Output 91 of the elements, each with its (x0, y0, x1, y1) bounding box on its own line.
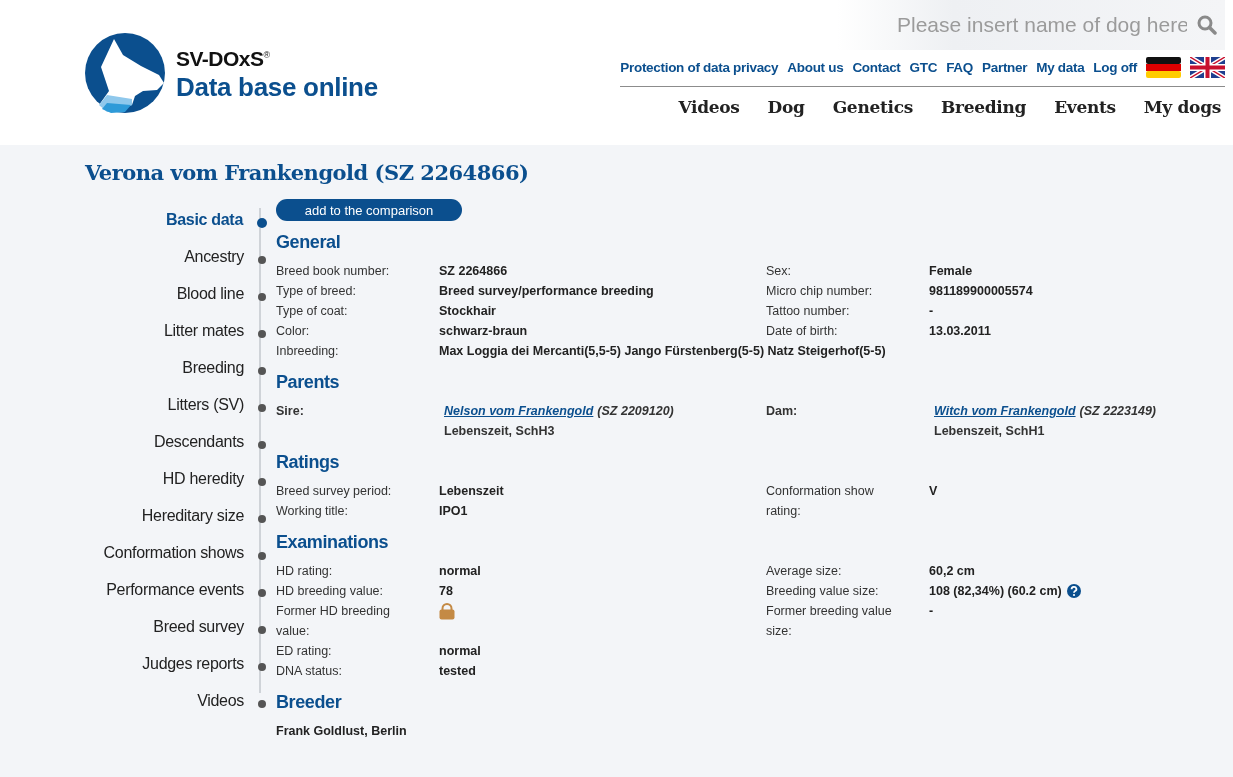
top-link[interactable]: FAQ (946, 59, 973, 75)
field-value: Lebenszeit (439, 483, 504, 500)
section-heading: General (276, 231, 342, 254)
main-nav-link[interactable]: Videos (678, 97, 740, 117)
field-label: ED rating: (276, 643, 333, 660)
site-subtitle: Data base online (176, 71, 378, 103)
field-label: Breeding value size: (766, 583, 880, 600)
sidebar-link[interactable]: Breeding (182, 358, 244, 377)
brand-name: SV-DOxS$^{®}$ (176, 46, 271, 71)
sidebar-link[interactable]: Ancestry (184, 247, 244, 266)
registration-number: (SZ 2209120) (597, 403, 674, 420)
parent-link[interactable]: Nelson vom Frankengold (444, 401, 594, 421)
main-nav-link[interactable]: My dogs (1143, 97, 1221, 117)
field-value: tested (439, 663, 476, 680)
field-label: Micro chip number: (766, 283, 874, 300)
sidebar-link[interactable]: HD heredity (162, 469, 244, 488)
main-nav-link[interactable]: Breeding (941, 97, 1027, 117)
breeder-name: Frank Goldlust, Berlin (276, 723, 408, 740)
sidebar-link[interactable]: Hereditary size (141, 506, 244, 525)
main-nav-link[interactable]: Genetics (832, 97, 913, 117)
field-value: schwarz-braun (439, 323, 528, 340)
field-value: normal (439, 563, 481, 580)
dog-logo-icon (85, 33, 165, 113)
field-label: Date of birth: (766, 323, 839, 340)
field-value: normal (439, 643, 481, 660)
help-icon[interactable] (1066, 584, 1081, 598)
field-value: 78 (439, 583, 453, 600)
field-label: Type of breed: (276, 283, 357, 300)
sidebar-link[interactable]: Litter mates (164, 321, 244, 340)
add-to-comparison-button[interactable]: add to the comparison (276, 199, 462, 221)
field-label: Breed book number: (276, 263, 391, 280)
field-label: HD rating: (276, 563, 334, 580)
field-label: Former breeding value size: (766, 603, 893, 640)
field-label: Type of coat: (276, 303, 349, 320)
field-value: Stockhair (439, 303, 496, 320)
top-link[interactable]: About us (787, 59, 844, 75)
field-label: Average size: (766, 563, 843, 580)
field-label: Sire: (276, 403, 305, 420)
field-value: 108 (82,34%) (60.2 cm) (929, 583, 1062, 600)
sidebar-link[interactable]: Blood line (176, 284, 244, 303)
field-value: 13.03.2011 (929, 323, 991, 340)
top-link[interactable]: My data (1036, 59, 1085, 75)
section-heading: Breeder (276, 691, 343, 714)
field-value: - (929, 303, 934, 320)
field-value: Female (929, 263, 973, 280)
sidebar-link[interactable]: Videos (197, 691, 244, 710)
parent-titles: Lebenszeit, SchH1 (934, 424, 1045, 438)
section-heading: Examinations (276, 531, 390, 554)
field-label: Conformation show rating: (766, 483, 875, 520)
sidebar-link[interactable]: Judges reports (142, 654, 244, 673)
top-link[interactable]: Partner (982, 59, 1028, 75)
sidebar-link[interactable]: Conformation shows (103, 543, 244, 562)
field-value: V (929, 483, 938, 500)
field-value: 60,2 cm (929, 563, 975, 580)
top-link[interactable]: Log off (1093, 59, 1137, 75)
sidebar-link[interactable]: Breed survey (153, 617, 244, 636)
section-heading: Ratings (276, 451, 341, 474)
field-value: IPO1 (439, 503, 468, 520)
parent-titles: Lebenszeit, SchH3 (444, 424, 555, 438)
main-nav-link[interactable]: Events (1054, 97, 1116, 117)
british-flag-icon[interactable] (1190, 56, 1225, 78)
field-label: Working title: (276, 503, 349, 520)
search-icon[interactable] (1197, 15, 1217, 35)
field-value: - (929, 603, 934, 620)
field-value: Max Loggia dei Mercanti(5,5-5) Jango Fürstenberg(5-5) Natz Steigerhof(5-5) (439, 343, 886, 360)
padlock-icon (439, 602, 455, 620)
sidebar-link[interactable]: Performance events (106, 580, 244, 599)
parent-link[interactable]: Witch vom Frankengold (934, 401, 1076, 421)
field-value: Breed survey/performance breeding (439, 283, 654, 300)
top-link[interactable]: Contact (852, 59, 901, 75)
field-label: DNA status: (276, 663, 343, 680)
german-flag-icon[interactable] (1146, 56, 1181, 78)
main-nav-link[interactable]: Dog (767, 97, 805, 117)
top-link[interactable]: Protection of data privacy (620, 59, 779, 75)
sidebar-link[interactable]: Descendants (153, 432, 244, 451)
sidebar-link[interactable]: Litters (SV) (167, 395, 244, 414)
field-label: Sex: (766, 263, 792, 280)
sidebar-link[interactable]: Basic data (165, 210, 243, 229)
field-label: Inbreeding: (276, 343, 340, 360)
field-label: HD breeding value: (276, 583, 384, 600)
section-heading: Parents (276, 371, 341, 394)
field-value: 981189900005574 (929, 283, 1033, 300)
field-label: Color: (276, 323, 311, 340)
field-label: Dam: (766, 403, 799, 420)
field-value: SZ 2264866 (439, 263, 508, 280)
page-title: Verona vom Frankengold (SZ 2264866) (85, 160, 530, 187)
top-link[interactable]: GTC (909, 59, 938, 75)
registration-number: (SZ 2223149) (1079, 403, 1156, 420)
field-label: Former HD breeding value: (276, 603, 391, 640)
field-label: Tattoo number: (766, 303, 851, 320)
field-label: Breed survey period: (276, 483, 393, 500)
